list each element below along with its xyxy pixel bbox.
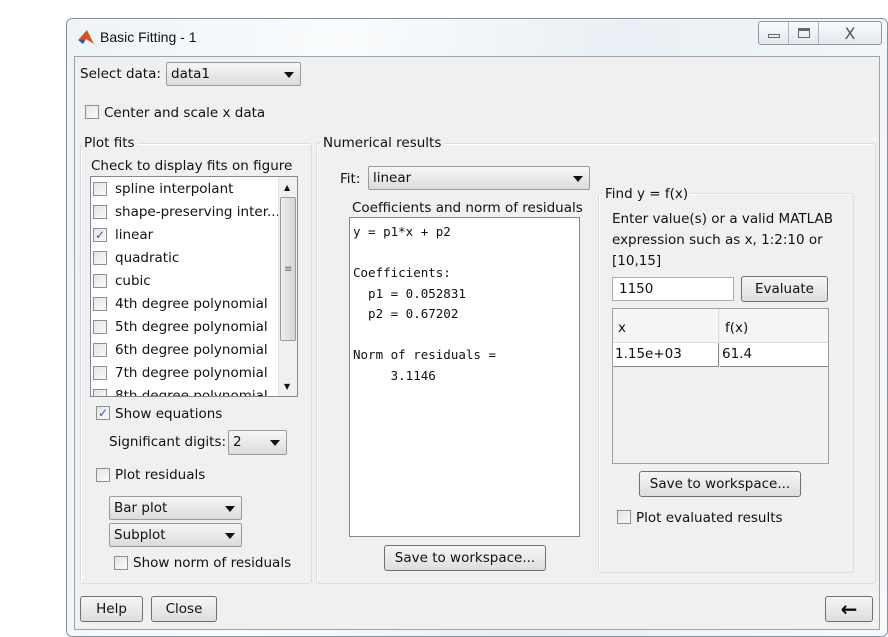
fit-list-item[interactable]: 7th degree polynomial (93, 362, 268, 384)
evaluate-button[interactable]: Evaluate (741, 276, 828, 302)
fit-checkbox[interactable] (93, 205, 107, 219)
fit-checkbox[interactable] (93, 182, 107, 196)
plot-residuals-label: Plot residuals (115, 467, 206, 483)
center-scale-checkbox[interactable] (85, 105, 99, 119)
matlab-logo-icon (78, 30, 94, 44)
fit-list-item[interactable]: spline interpolant (93, 178, 233, 200)
fit-list-item[interactable]: 8th degree polynomial (93, 385, 268, 397)
center-scale-label: Center and scale x data (104, 105, 266, 121)
fit-item-label: 4th degree polynomial (115, 296, 268, 312)
show-equations-checkbox[interactable]: ✓ (96, 406, 110, 420)
close-button[interactable]: Close (151, 596, 217, 622)
fit-checkbox[interactable] (93, 389, 107, 396)
fit-item-label: 8th degree polynomial (115, 388, 268, 397)
maximize-button[interactable] (789, 22, 819, 44)
fit-item-label: shape-preserving inter... (115, 204, 280, 220)
window-controls: X (758, 21, 882, 45)
select-data-label: Select data: (80, 66, 161, 82)
plot-fits-title: Plot fits (81, 135, 138, 151)
coefficients-textbox[interactable]: y = p1*x + p2 Coefficients: p1 = 0.05283… (349, 217, 580, 537)
coefficient-line: 3.1146 (353, 367, 436, 383)
fit-checkbox[interactable] (93, 320, 107, 334)
residual-location-dropdown[interactable]: Subplot (109, 523, 242, 547)
fit-item-label: spline interpolant (115, 181, 234, 197)
save-coefficients-button[interactable]: Save to workspace... (384, 545, 546, 571)
fit-label: Fit: (340, 171, 361, 187)
close-window-button[interactable]: X (819, 22, 881, 44)
fit-item-label: 7th degree polynomial (115, 365, 268, 381)
plot-evaluated-label: Plot evaluated results (636, 510, 783, 526)
fit-list-item[interactable]: 4th degree polynomial (93, 293, 268, 315)
show-equations-label: Show equations (115, 406, 223, 422)
select-data-dropdown[interactable]: data1 (166, 62, 301, 86)
coefficient-line: p1 = 0.052831 (353, 285, 466, 301)
fit-item-label: 5th degree polynomial (115, 319, 268, 335)
table-cell-fx[interactable]: 61.4 (720, 343, 828, 367)
column-header-x[interactable]: x (613, 309, 719, 343)
help-button[interactable]: Help (80, 596, 143, 622)
fit-item-label: linear (115, 227, 154, 243)
fit-list-item[interactable]: 6th degree polynomial (93, 339, 268, 361)
coefficient-line: Coefficients: (353, 265, 451, 280)
coefficients-label: Coefficients and norm of residuals (352, 200, 583, 216)
plot-residuals-checkbox[interactable] (96, 468, 110, 482)
find-y-title: Find y = f(x) (602, 186, 692, 202)
plot-fits-hint: Check to display fits on figure (91, 158, 293, 174)
fit-list-item[interactable]: 5th degree polynomial (93, 316, 268, 338)
coefficient-line: p2 = 0.67202 (353, 306, 459, 321)
fit-checkbox[interactable] (93, 274, 107, 288)
plot-evaluated-checkbox[interactable] (617, 510, 631, 524)
fit-item-label: cubic (115, 273, 151, 289)
left-arrow-icon: ← (840, 597, 858, 621)
scroll-down-icon[interactable]: ▼ (284, 382, 290, 391)
fit-list-item[interactable]: quadratic (93, 247, 179, 269)
table-cell-x[interactable]: 1.15e+03 (613, 343, 719, 367)
fits-scrollbar[interactable]: ▲ ≡ ▼ (278, 177, 297, 396)
fit-checkbox[interactable] (93, 366, 107, 380)
fit-item-label: 6th degree polynomial (115, 342, 268, 358)
show-norm-label: Show norm of residuals (133, 555, 292, 571)
fit-list-item[interactable]: ✓ linear (93, 224, 153, 246)
window-title: Basic Fitting - 1 (100, 29, 197, 45)
fit-list-item[interactable]: cubic (93, 270, 151, 292)
fit-checkbox[interactable] (93, 343, 107, 357)
fit-checkbox[interactable] (93, 297, 107, 311)
fit-list-item[interactable]: shape-preserving inter... (93, 201, 280, 223)
scroll-thumb[interactable]: ≡ (280, 197, 296, 341)
coefficient-line (353, 325, 576, 346)
results-table: x f(x) 1.15e+03 61.4 (612, 308, 829, 464)
fit-item-label: quadratic (115, 250, 180, 266)
sig-digits-dropdown[interactable]: 2 (228, 430, 287, 455)
instruction-line: Enter value(s) or a valid MATLAB (612, 211, 833, 227)
fit-checkbox[interactable] (93, 251, 107, 265)
column-header-fx[interactable]: f(x) (720, 309, 828, 343)
minimize-button[interactable] (759, 22, 789, 44)
coefficient-line (353, 243, 576, 264)
instruction-line: [10,15] (612, 253, 662, 269)
find-y-instructions: Enter value(s) or a valid MATLAB express… (612, 209, 833, 272)
residual-type-dropdown[interactable]: Bar plot (109, 496, 242, 520)
numerical-results-title: Numerical results (320, 135, 445, 151)
sig-digits-label: Significant digits: (109, 434, 227, 450)
save-evaluated-button[interactable]: Save to workspace... (639, 471, 801, 497)
fit-dropdown[interactable]: linear (368, 166, 590, 190)
fit-checkbox[interactable]: ✓ (93, 228, 107, 242)
coefficient-line: Norm of residuals = (353, 347, 496, 362)
instruction-line: expression such as x, 1:2:10 or (612, 232, 823, 248)
back-arrow-button[interactable]: ← (825, 596, 873, 622)
coefficient-line: y = p1*x + p2 (353, 224, 451, 239)
scroll-up-icon[interactable]: ▲ (284, 183, 290, 192)
fits-list: 8th degree polynomial 7th degree polynomi… (90, 176, 298, 397)
x-value-input[interactable]: 1150 (612, 277, 734, 301)
show-norm-checkbox[interactable] (114, 556, 128, 570)
